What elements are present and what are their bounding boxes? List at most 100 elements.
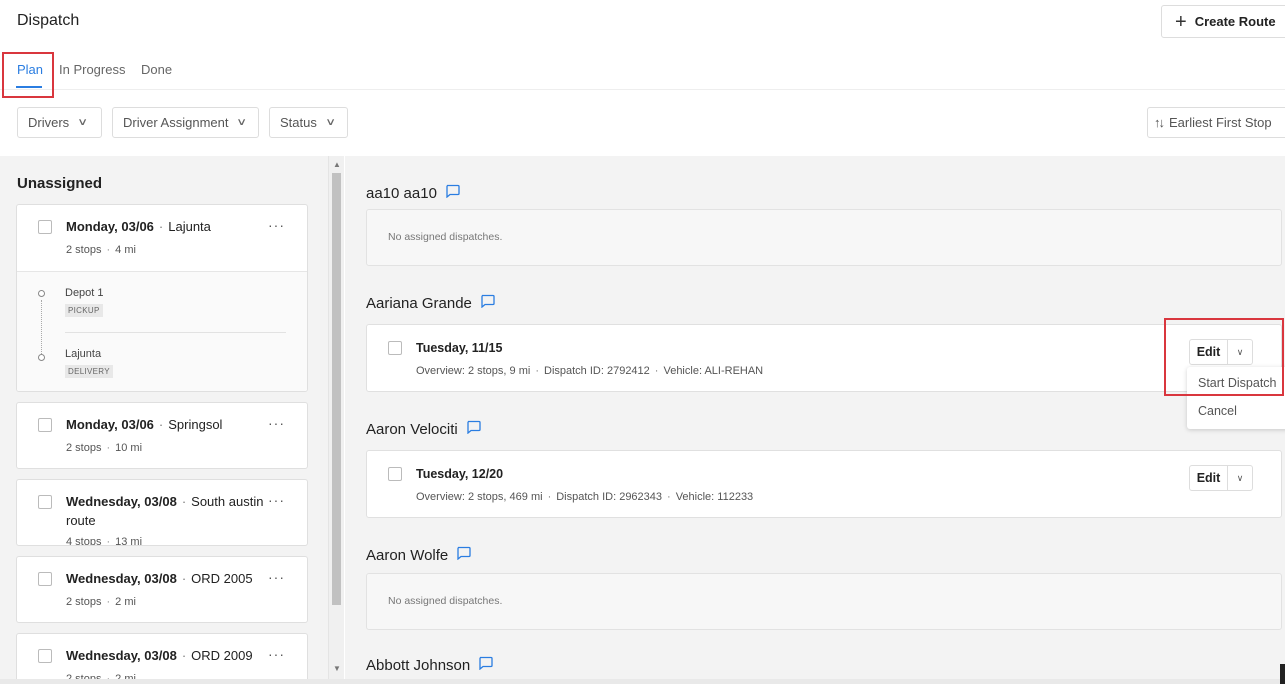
driver-header: Aaron Wolfe bbox=[366, 546, 471, 564]
route-meta: 2 stops · 10 mi bbox=[66, 442, 143, 454]
driver-header: Aaron Velociti bbox=[366, 420, 481, 438]
tab-in-progress[interactable]: In Progress bbox=[59, 62, 125, 77]
stop-marker-icon bbox=[38, 354, 45, 361]
page-title: Dispatch bbox=[17, 12, 80, 29]
route-checkbox[interactable] bbox=[38, 418, 52, 432]
more-options-icon[interactable]: ··· bbox=[268, 569, 285, 585]
chat-bubble-icon[interactable] bbox=[480, 294, 495, 312]
route-checkbox[interactable] bbox=[38, 495, 52, 509]
driver-header: aa10 aa10 bbox=[366, 184, 460, 202]
driver-name: Aariana Grande bbox=[366, 294, 472, 312]
stop-connector bbox=[41, 300, 42, 354]
more-options-icon[interactable]: ··· bbox=[268, 492, 285, 508]
horizontal-scrollbar[interactable] bbox=[0, 679, 1285, 684]
sort-button[interactable]: ↑↓ Earliest First Stop bbox=[1147, 107, 1285, 138]
dispatch-vehicle: Vehicle: ALI-REHAN bbox=[663, 365, 764, 377]
stop-type-badge: PICKUP bbox=[65, 304, 103, 317]
empty-dispatch-text: No assigned dispatches. bbox=[388, 595, 503, 607]
status-filter-label: Status bbox=[280, 115, 317, 130]
chevron-down-icon[interactable]: ∨ bbox=[1228, 466, 1252, 490]
unassigned-route-card[interactable]: Wednesday, 03/08 · South austin route 4 st… bbox=[16, 479, 308, 546]
chat-bubble-icon[interactable] bbox=[445, 184, 460, 202]
drivers-filter[interactable]: Drivers ∨ bbox=[17, 107, 102, 138]
dispatch-checkbox[interactable] bbox=[388, 341, 402, 355]
dispatch-vehicle: Vehicle: 112233 bbox=[675, 491, 754, 503]
scroll-thumb[interactable] bbox=[332, 173, 341, 605]
route-stops: 2 stops bbox=[66, 442, 102, 454]
route-place: South austin bbox=[191, 494, 264, 509]
route-date: Wednesday, 03/08 bbox=[66, 494, 177, 509]
stop-name: Lajunta bbox=[65, 348, 102, 360]
edit-button[interactable]: Edit bbox=[1190, 466, 1228, 490]
scroll-down-arrow-icon[interactable]: ▼ bbox=[333, 664, 341, 673]
create-route-button[interactable]: + Create Route bbox=[1161, 5, 1285, 38]
dispatch-id: Dispatch ID: 2962343 bbox=[556, 491, 663, 503]
sort-arrows-icon: ↑↓ bbox=[1154, 115, 1165, 130]
chevron-down-icon: ∨ bbox=[77, 117, 89, 128]
stop-list: Depot 1 PICKUP Lajunta DELIVERY bbox=[17, 271, 307, 391]
dispatch-overview: Overview: 2 stops, 9 mi bbox=[416, 365, 531, 377]
empty-dispatch-box: No assigned dispatches. bbox=[366, 573, 1282, 630]
route-checkbox[interactable] bbox=[38, 572, 52, 586]
dispatch-checkbox[interactable] bbox=[388, 467, 402, 481]
route-date: Monday, 03/06 bbox=[66, 417, 154, 432]
status-filter[interactable]: Status ∨ bbox=[269, 107, 348, 138]
unassigned-route-card[interactable]: Monday, 03/06 · Springsol 2 stops · 10 mi ··… bbox=[16, 402, 308, 469]
create-route-label: Create Route bbox=[1194, 14, 1276, 29]
highlight-box-edit-menu bbox=[1164, 318, 1284, 396]
unassigned-route-card[interactable]: Wednesday, 03/08 · ORD 2005 2 stops · 2 mi ·… bbox=[16, 556, 308, 623]
highlight-box-plan-tab bbox=[2, 52, 54, 98]
drivers-panel: aa10 aa10 No assigned dispatches. Aarian… bbox=[345, 156, 1285, 684]
dispatch-card[interactable]: Tuesday, 11/15 Overview: 2 stops, 9 mi · D… bbox=[366, 324, 1282, 392]
dispatch-card[interactable]: Tuesday, 12/20 Overview: 2 stops, 469 mi… bbox=[366, 450, 1282, 518]
stop-divider bbox=[65, 332, 286, 333]
chevron-down-icon: ∨ bbox=[325, 117, 337, 128]
driver-assignment-filter-label: Driver Assignment bbox=[123, 115, 229, 130]
more-options-icon[interactable]: ··· bbox=[268, 217, 285, 233]
dispatch-date: Tuesday, 11/15 bbox=[416, 341, 503, 355]
route-date-place: Wednesday, 03/08 · South austin bbox=[66, 494, 264, 509]
route-stops: 2 stops bbox=[66, 244, 102, 256]
route-place-continued: route bbox=[66, 513, 96, 528]
unassigned-route-card[interactable]: Wednesday, 03/08·ORD 2009 2 stops·2 mi ·… bbox=[16, 633, 308, 684]
route-stops: 4 stops bbox=[66, 536, 102, 546]
more-options-icon[interactable]: ··· bbox=[268, 415, 285, 431]
driver-assignment-filter[interactable]: Driver Assignment ∨ bbox=[112, 107, 259, 138]
chat-bubble-icon[interactable] bbox=[478, 656, 493, 674]
dispatch-meta: Overview: 2 stops, 469 mi · Dispatch ID: 2… bbox=[416, 491, 754, 503]
dispatch-id: Dispatch ID: 2792412 bbox=[544, 365, 650, 377]
tab-bar: Plan In Progress Done bbox=[0, 50, 1285, 90]
route-place: ORD 2009 bbox=[191, 648, 253, 663]
driver-name: Aaron Wolfe bbox=[366, 546, 449, 564]
route-place: ORD 2005 bbox=[191, 571, 253, 586]
chevron-down-icon: ∨ bbox=[236, 117, 248, 128]
route-distance: 10 mi bbox=[115, 442, 143, 454]
chat-bubble-icon[interactable] bbox=[466, 420, 481, 438]
unassigned-route-card[interactable]: Monday, 03/06 · Lajunta 2 stops · 4 mi ··· D… bbox=[16, 204, 308, 392]
unassigned-title: Unassigned bbox=[17, 175, 103, 192]
route-meta: 2 stops·2 mi bbox=[66, 596, 136, 608]
driver-header: Aariana Grande bbox=[366, 294, 495, 312]
route-place: Lajunta bbox=[168, 219, 211, 234]
scroll-up-arrow-icon[interactable]: ▲ bbox=[333, 160, 341, 169]
route-date: Wednesday, 03/08 bbox=[66, 571, 177, 586]
route-date: Wednesday, 03/08 bbox=[66, 648, 177, 663]
driver-name: aa10 aa10 bbox=[366, 184, 437, 202]
dispatch-meta: Overview: 2 stops, 9 mi · Dispatch ID: 279… bbox=[416, 365, 764, 377]
chat-bubble-icon[interactable] bbox=[456, 546, 471, 564]
driver-name: Aaron Velociti bbox=[366, 420, 458, 438]
left-panel-scrollbar[interactable]: ▲ ▼ bbox=[328, 156, 344, 684]
route-stops: 2 stops bbox=[66, 596, 102, 608]
edit-split-button: Edit ∨ bbox=[1189, 465, 1253, 491]
tab-done[interactable]: Done bbox=[141, 62, 172, 77]
empty-dispatch-text: No assigned dispatches. bbox=[388, 231, 503, 243]
menu-item-cancel[interactable]: Cancel bbox=[1198, 404, 1237, 418]
route-checkbox[interactable] bbox=[38, 649, 52, 663]
route-date-place: Wednesday, 03/08 · ORD 2009 bbox=[66, 648, 253, 663]
more-options-icon[interactable]: ··· bbox=[268, 646, 285, 662]
corner-edge bbox=[1280, 664, 1285, 684]
route-checkbox[interactable] bbox=[38, 220, 52, 234]
drivers-filter-label: Drivers bbox=[28, 115, 70, 130]
unassigned-panel: Unassigned Monday, 03/06 · Lajunta 2 stops… bbox=[0, 156, 344, 684]
route-distance: 4 mi bbox=[115, 244, 136, 256]
